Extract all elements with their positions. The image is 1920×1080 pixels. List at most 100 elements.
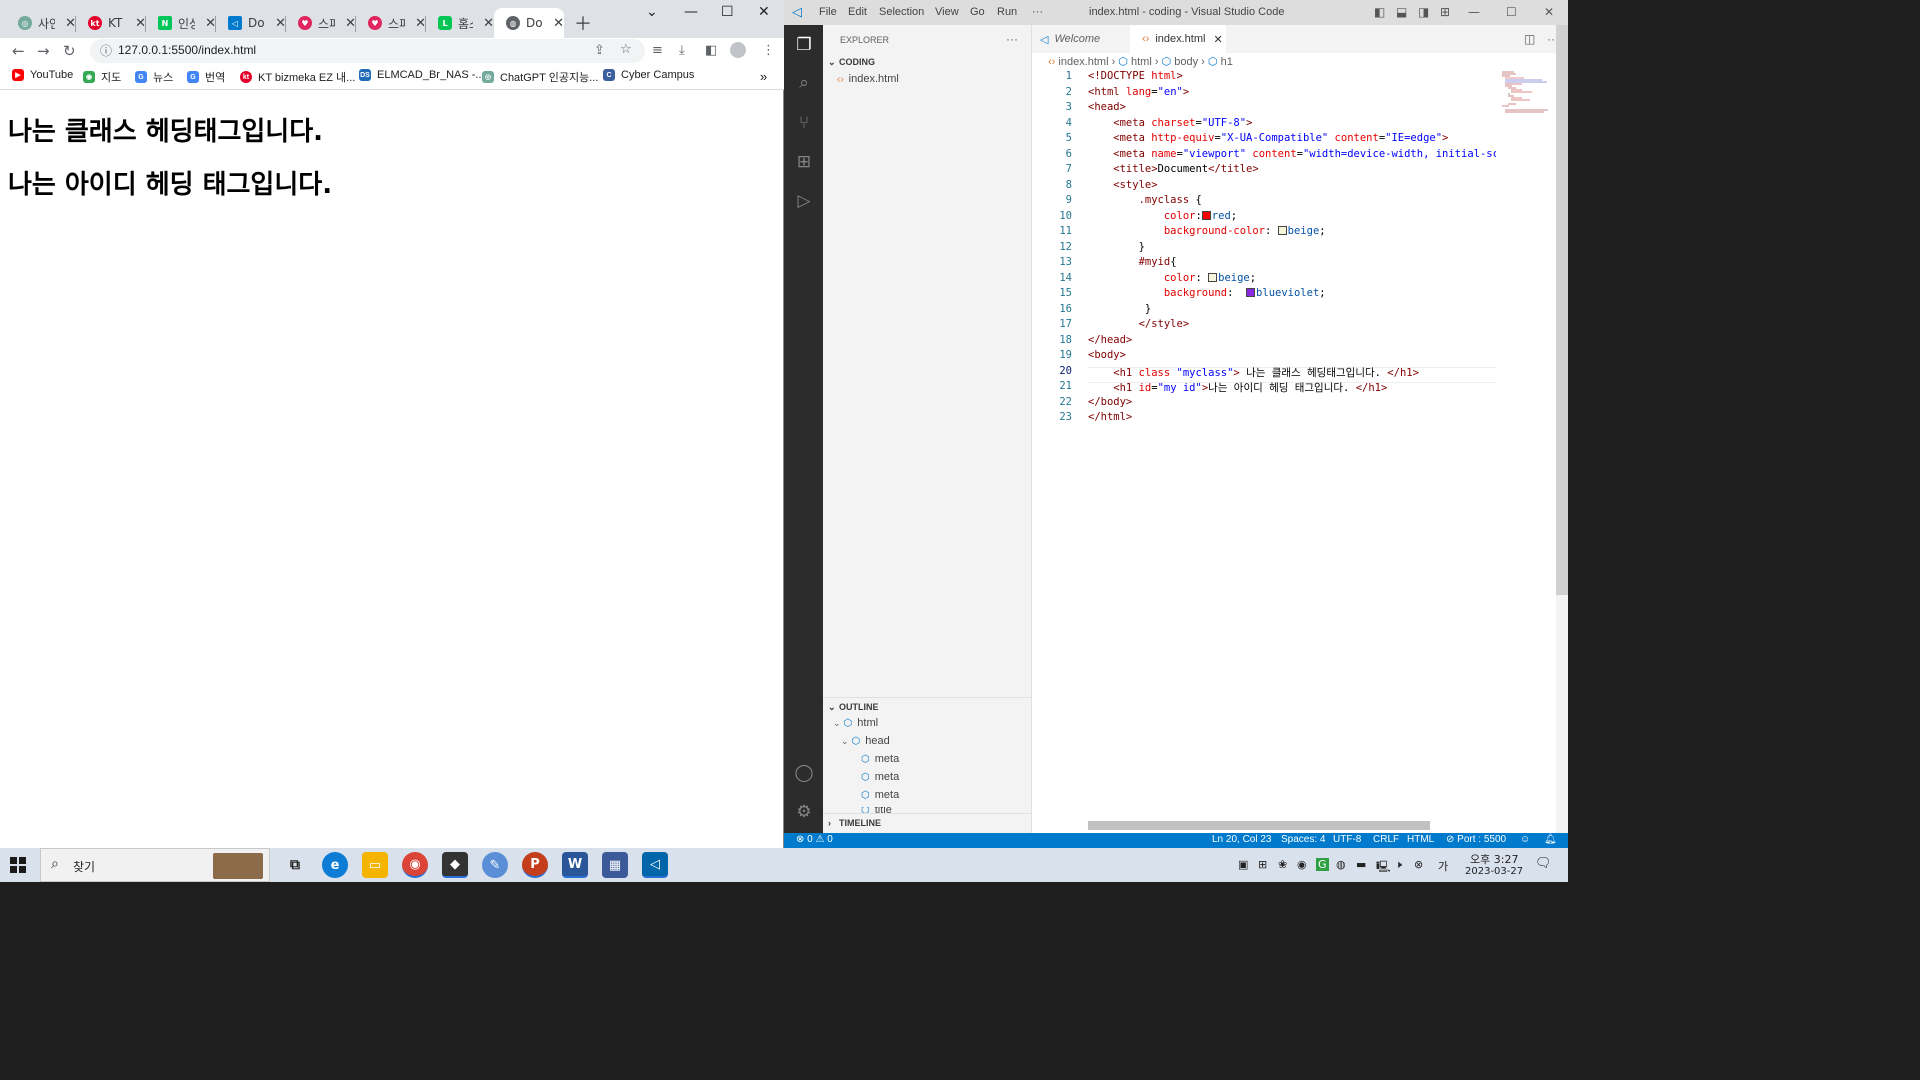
breadcrumb-item[interactable]: body: [1174, 56, 1198, 68]
more-bookmarks-button[interactable]: »: [760, 69, 767, 84]
menu-file[interactable]: File: [819, 6, 837, 18]
run-debug-icon[interactable]: ▷: [794, 191, 814, 211]
indentation-status[interactable]: Spaces: 4: [1281, 834, 1325, 845]
browser-tab[interactable]: ◁ Doc ✕: [216, 8, 286, 38]
volume-icon[interactable]: 🕨︎: [1395, 858, 1402, 872]
close-icon[interactable]: ✕: [1213, 33, 1222, 46]
sidepanel-icon[interactable]: ◧: [705, 43, 717, 58]
edge-icon[interactable]: e: [322, 852, 348, 878]
browser-tab-active[interactable]: ◍ Doc ✕: [494, 8, 564, 38]
network-icon[interactable]: 🖳︎: [1376, 858, 1391, 877]
toggle-panel-icon[interactable]: ⬓: [1396, 5, 1407, 19]
tray-icon[interactable]: ⊞: [1258, 858, 1267, 871]
task-view-icon[interactable]: ⧉: [282, 852, 308, 878]
toggle-secondary-sidebar-icon[interactable]: ◨: [1418, 5, 1429, 19]
address-bar[interactable]: ⓘ 127.0.0.1:5500/index.html ⇪ ☆: [90, 39, 645, 63]
download-icon[interactable]: ⤓: [679, 43, 685, 58]
tab-index-html[interactable]: ‹› index.html ✕: [1130, 25, 1226, 53]
powerpoint-icon[interactable]: P: [522, 852, 548, 878]
source-control-icon[interactable]: ⑂: [794, 113, 814, 133]
folder-chevron-icon[interactable]: ⌄: [828, 57, 836, 68]
maximize-button[interactable]: ☐: [1506, 5, 1517, 19]
bookmark-item[interactable]: ◉ 지도: [83, 69, 121, 85]
breadcrumb-item[interactable]: index.html: [1058, 56, 1108, 68]
vscode-icon[interactable]: ◁: [642, 852, 668, 878]
explorer-more-icon[interactable]: ···: [1006, 32, 1018, 46]
back-icon[interactable]: ←: [12, 42, 25, 60]
live-server-port[interactable]: ⊘ Port : 5500: [1446, 834, 1506, 845]
kebab-menu-icon[interactable]: ⋮: [762, 43, 775, 58]
bookmark-item[interactable]: ▶ YouTube: [12, 69, 73, 81]
accounts-icon[interactable]: ◯: [794, 763, 814, 783]
menu-selection[interactable]: Selection: [879, 6, 924, 18]
customize-layout-icon[interactable]: ⊞: [1440, 5, 1450, 19]
language-mode[interactable]: HTML: [1407, 834, 1434, 845]
explorer-icon[interactable]: ❐: [794, 35, 814, 55]
paint-icon[interactable]: ✎: [482, 852, 508, 878]
feedback-icon[interactable]: ☺: [1520, 834, 1530, 845]
timeline-header[interactable]: TIMELINE: [839, 818, 881, 828]
toggle-sidebar-icon[interactable]: ◧: [1374, 5, 1385, 19]
clock-date[interactable]: 2023-03-27: [1465, 866, 1523, 877]
word-icon[interactable]: W: [562, 852, 588, 878]
ime-icon[interactable]: 가: [1438, 858, 1448, 874]
outline-item[interactable]: ⬡ meta: [861, 753, 899, 765]
outline-item[interactable]: ⬡ meta: [861, 771, 899, 783]
encoding-status[interactable]: UTF-8: [1333, 834, 1361, 845]
outline-header[interactable]: OUTLINE: [839, 702, 879, 712]
folder-coding[interactable]: CODING: [839, 57, 875, 67]
outline-item[interactable]: ⌄ ⬡ html: [833, 717, 878, 729]
menu-more[interactable]: ···: [1032, 6, 1043, 18]
browser-tab[interactable]: kt KT ✕: [76, 8, 146, 38]
minimize-button[interactable]: —: [1468, 5, 1480, 19]
forward-icon[interactable]: →: [37, 42, 50, 60]
menu-run[interactable]: Run: [997, 6, 1017, 18]
extensions-icon[interactable]: ⊞: [794, 152, 814, 172]
scrollbar-thumb[interactable]: [1556, 25, 1568, 595]
vertical-scrollbar[interactable]: [1556, 25, 1568, 833]
notification-center-icon[interactable]: 🗨︎: [1535, 856, 1552, 871]
tray-icon[interactable]: ▣: [1238, 858, 1248, 871]
bookmark-item[interactable]: C Cyber Campus: [603, 69, 694, 81]
bookmark-item[interactable]: G 번역: [187, 69, 225, 85]
eol-status[interactable]: CRLF: [1373, 834, 1399, 845]
tray-icon[interactable]: ▬: [1356, 858, 1366, 871]
tray-icon[interactable]: G: [1316, 858, 1329, 871]
split-editor-icon[interactable]: ◫: [1524, 25, 1535, 53]
calculator-icon[interactable]: ▦: [602, 852, 628, 878]
bookmark-item[interactable]: DS ELMCAD_Br_NAS -...: [359, 69, 485, 81]
breadcrumb-item[interactable]: h1: [1221, 56, 1233, 68]
bookmark-item[interactable]: ◎ ChatGPT 인공지능...: [482, 69, 598, 85]
browser-tab[interactable]: L 홈스 ✕: [426, 8, 494, 38]
minimize-button[interactable]: —: [684, 4, 698, 20]
browser-tab[interactable]: ♥ 스피 ✕: [286, 8, 356, 38]
chrome-icon[interactable]: ◉: [402, 852, 428, 878]
tray-icon[interactable]: ⊗: [1414, 858, 1423, 871]
clock-time[interactable]: 오후 3:27: [1470, 851, 1518, 867]
outline-item[interactable]: ⬡ meta: [861, 789, 899, 801]
breadcrumb-item[interactable]: html: [1131, 56, 1152, 68]
search-icon[interactable]: ⌕: [794, 73, 814, 93]
problems-status[interactable]: ⊗ 0 ⚠ 0: [796, 834, 833, 845]
profile-avatar[interactable]: [730, 42, 746, 58]
reload-icon[interactable]: ↻: [63, 42, 76, 60]
browser-tab[interactable]: ◎ 사인 ✕: [6, 8, 76, 38]
new-tab-button[interactable]: ＋: [574, 10, 592, 36]
bookmark-item[interactable]: G 뉴스: [135, 69, 173, 85]
outline-item[interactable]: ⌄ ⬡ head: [841, 735, 890, 747]
bookmark-star-icon[interactable]: ☆: [620, 42, 632, 57]
gear-icon[interactable]: ⚙: [794, 802, 814, 822]
browser-tab[interactable]: N 인싱 ✕: [146, 8, 216, 38]
close-icon[interactable]: ✕: [553, 16, 564, 31]
tray-icon[interactable]: ◍: [1336, 858, 1346, 871]
close-window-button[interactable]: ✕: [1544, 5, 1554, 19]
taskbar-search[interactable]: ⌕ 찾기: [40, 848, 270, 882]
close-icon[interactable]: ✕: [483, 16, 494, 31]
color-swatch[interactable]: [1246, 288, 1256, 297]
tab-welcome[interactable]: ◁ Welcome: [1032, 25, 1128, 53]
menu-edit[interactable]: Edit: [848, 6, 867, 18]
tray-icon[interactable]: ❀: [1278, 858, 1287, 871]
maximize-button[interactable]: ☐: [721, 4, 734, 20]
outline-chevron-icon[interactable]: ⌄: [828, 702, 836, 713]
site-info-icon[interactable]: ⓘ: [100, 42, 112, 59]
